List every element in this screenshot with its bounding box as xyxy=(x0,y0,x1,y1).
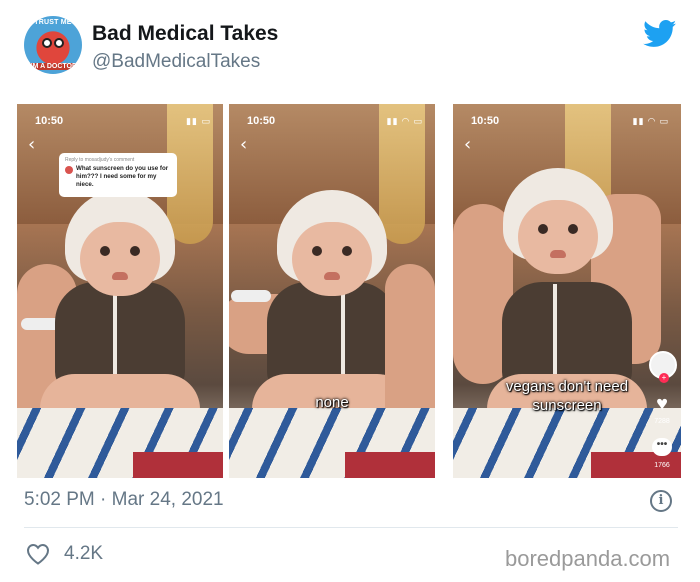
status-bar: 10:50 ▮▮ ◠ ▭ xyxy=(471,115,669,127)
back-chevron-icon[interactable]: ‹ xyxy=(464,134,471,155)
back-chevron-icon[interactable]: ‹ xyxy=(240,134,247,155)
signal-wifi-battery-icon: ▮▮ ◠ ▭ xyxy=(632,115,669,126)
status-clock: 10:50 xyxy=(247,115,276,127)
status-clock: 10:50 xyxy=(471,115,500,127)
avatar[interactable]: TRUST ME I'M A DOCTOR xyxy=(24,16,82,74)
reply-comment-bubble: Reply to mosadjudy's comment What sunscr… xyxy=(59,153,177,197)
creator-avatar[interactable]: + xyxy=(649,351,677,383)
caption-line-1: vegans don't need xyxy=(505,378,629,395)
video-caption: vegans don't need sunscreen xyxy=(493,378,641,416)
caption-line-2: sunscreen xyxy=(532,396,602,414)
watermark: boredpanda.com xyxy=(505,546,671,571)
signal-wifi-battery-icon: ▮▮ ◠ ▭ xyxy=(386,115,423,126)
comment-stack[interactable]: ••• 1766 xyxy=(647,438,677,469)
tweet-header: TRUST ME I'M A DOCTOR Bad Medical Takes … xyxy=(0,0,700,100)
comment-count: 1766 xyxy=(654,462,670,469)
follow-plus-icon[interactable]: + xyxy=(659,373,669,383)
display-name[interactable]: Bad Medical Takes xyxy=(92,22,278,46)
divider xyxy=(24,527,678,528)
tweet-timestamp[interactable]: 5:02 PM · Mar 24, 2021 xyxy=(24,489,224,511)
avatar-text-top: TRUST ME xyxy=(34,19,72,26)
tweet-media[interactable]: 10:50 ▮▮ ▭ ‹ Reply to mosadjudy's commen… xyxy=(17,104,681,478)
status-bar: 10:50 ▮▮ ◠ ▭ xyxy=(247,115,423,127)
video-frame-2[interactable]: 10:50 ▮▮ ◠ ▭ ‹ none xyxy=(229,104,435,478)
heart-outline-icon[interactable] xyxy=(26,543,50,565)
signal-battery-icon: ▮▮ ▭ xyxy=(186,115,211,126)
commenter-avatar xyxy=(65,166,73,174)
user-handle[interactable]: @BadMedicalTakes xyxy=(92,51,260,73)
like-count: 7288 xyxy=(654,418,670,425)
heart-icon[interactable]: ♥ xyxy=(647,394,677,414)
video-frame-1[interactable]: 10:50 ▮▮ ▭ ‹ Reply to mosadjudy's commen… xyxy=(17,104,223,478)
comment-text: What sunscreen do you use for him??? I n… xyxy=(76,165,169,188)
status-clock: 10:50 xyxy=(35,115,64,127)
avatar-text-bottom: I'M A DOCTOR xyxy=(28,63,78,70)
info-icon[interactable]: i xyxy=(650,490,672,512)
comment-bubble-icon[interactable]: ••• xyxy=(652,438,672,456)
back-chevron-icon[interactable]: ‹ xyxy=(28,134,35,155)
like-stack[interactable]: ♥ 7288 xyxy=(647,394,677,425)
twitter-bird-icon[interactable] xyxy=(643,20,677,48)
video-frame-3[interactable]: 10:50 ▮▮ ◠ ▭ ‹ + ♥ 7288 ••• 1766 vegans … xyxy=(453,104,681,478)
video-caption: none xyxy=(315,394,349,411)
like-count-text: 4.2K xyxy=(64,543,104,564)
status-bar: 10:50 ▮▮ ▭ xyxy=(35,115,211,127)
reply-to-label: Reply to mosadjudy's comment xyxy=(65,157,135,163)
